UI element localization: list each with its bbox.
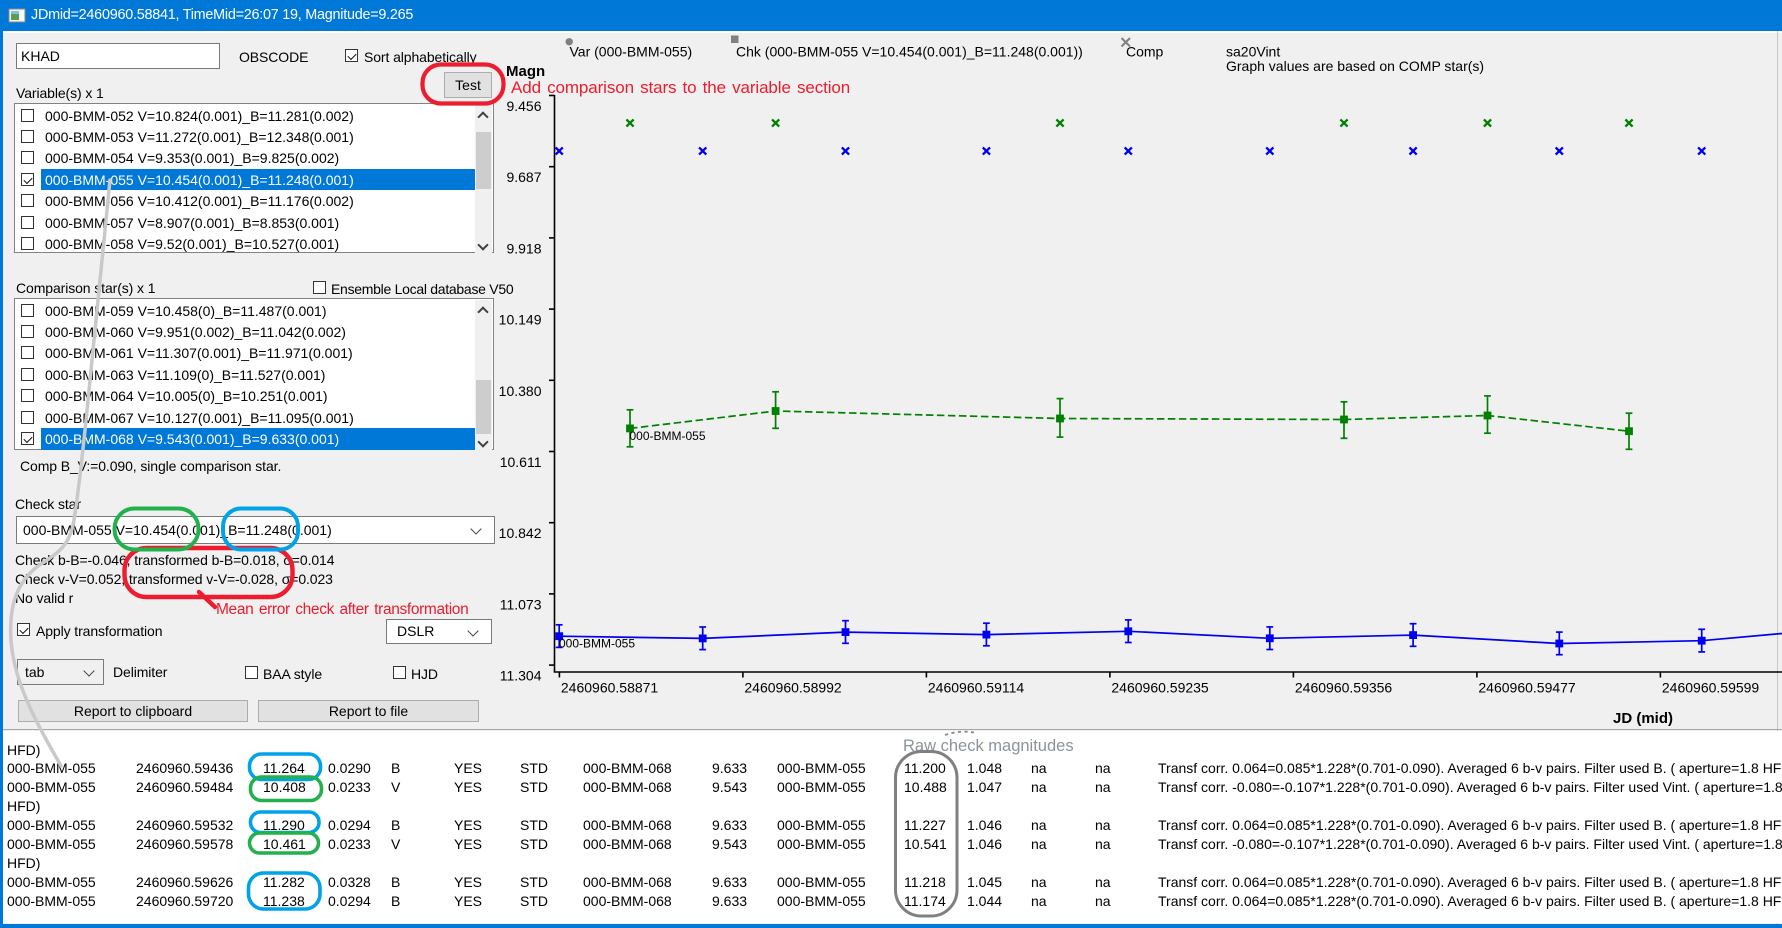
svg-text:2460960.59477: 2460960.59477: [1478, 680, 1576, 696]
svg-text:Comp: Comp: [1126, 44, 1164, 60]
svg-text:10.380: 10.380: [499, 383, 542, 399]
svg-text:10.149: 10.149: [499, 312, 542, 328]
svg-text:Var (000-BMM-055): Var (000-BMM-055): [570, 44, 693, 60]
svg-text:11.304: 11.304: [500, 668, 542, 684]
svg-text:2460960.58871: 2460960.58871: [561, 680, 659, 696]
svg-text:10.611: 10.611: [500, 454, 542, 470]
svg-text:Graph values are based on COMP: Graph values are based on COMP star(s): [1226, 58, 1484, 74]
svg-text:9.456: 9.456: [506, 98, 541, 114]
svg-text:9.687: 9.687: [506, 169, 541, 185]
svg-text:000-BMM-055: 000-BMM-055: [630, 429, 706, 443]
svg-text:2460960.59356: 2460960.59356: [1295, 680, 1393, 696]
svg-text:2460960.59599: 2460960.59599: [1662, 680, 1760, 696]
svg-text:000-BMM-055: 000-BMM-055: [559, 637, 635, 651]
svg-text:2460960.58992: 2460960.58992: [744, 680, 842, 696]
svg-text:10.842: 10.842: [499, 525, 542, 541]
svg-text:11.073: 11.073: [500, 596, 542, 612]
svg-text:9.918: 9.918: [506, 240, 541, 256]
svg-text:2460960.59114: 2460960.59114: [928, 680, 1024, 696]
svg-text:JD (mid): JD (mid): [1613, 710, 1673, 727]
svg-text:Chk (000-BMM-055 V=10.454(0.00: Chk (000-BMM-055 V=10.454(0.001)_B=11.24…: [736, 44, 1083, 60]
svg-text:2460960.59235: 2460960.59235: [1111, 680, 1209, 696]
